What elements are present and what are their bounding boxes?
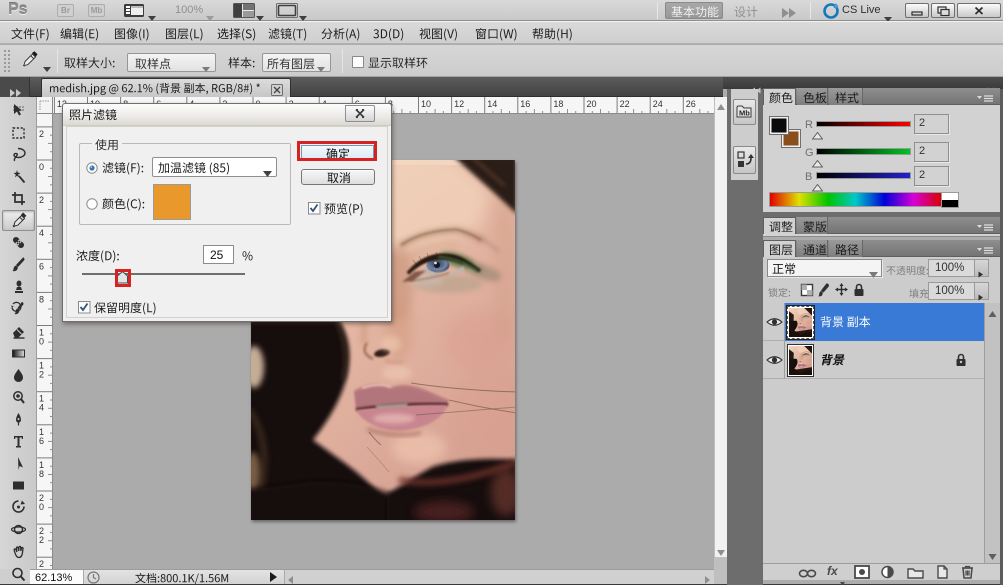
svg-text:2: 2: [39, 535, 44, 545]
svg-text:6: 6: [39, 261, 44, 271]
svg-text:20: 20: [587, 99, 597, 109]
svg-text:18: 18: [553, 99, 563, 109]
svg-text:14: 14: [487, 99, 497, 109]
svg-text:10: 10: [421, 99, 431, 109]
svg-text:26: 26: [686, 99, 696, 109]
svg-text:24: 24: [653, 99, 663, 109]
svg-text:4: 4: [39, 403, 44, 413]
svg-text:2: 2: [39, 195, 44, 205]
svg-text:6: 6: [39, 436, 44, 446]
svg-text:12: 12: [454, 99, 464, 109]
svg-text:8: 8: [39, 469, 44, 479]
svg-text:2: 2: [39, 370, 44, 380]
svg-text:0: 0: [39, 337, 44, 347]
svg-text:16: 16: [520, 99, 530, 109]
svg-text:0: 0: [39, 162, 44, 172]
svg-text:8: 8: [39, 294, 44, 304]
svg-text:Mb: Mb: [739, 109, 750, 118]
svg-text:2: 2: [39, 129, 44, 139]
svg-text:0: 0: [39, 502, 44, 512]
svg-text:4: 4: [39, 228, 44, 238]
svg-text:22: 22: [620, 99, 630, 109]
